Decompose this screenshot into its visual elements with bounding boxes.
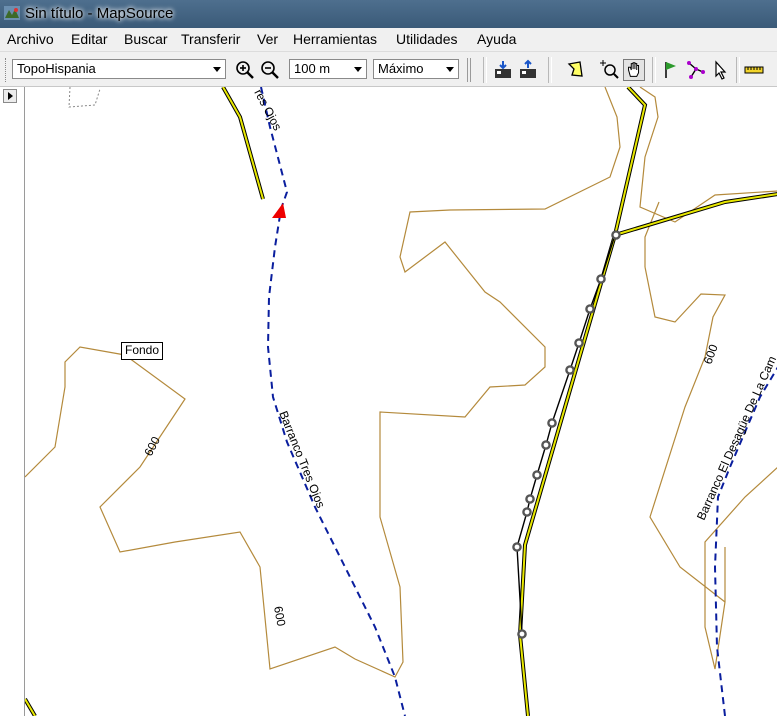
road-outline (517, 87, 648, 716)
menu-editar[interactable]: Editar (71, 31, 108, 47)
menu-ver[interactable]: Ver (257, 31, 278, 47)
red-flag-marker[interactable] (272, 203, 286, 218)
track-point[interactable] (525, 494, 535, 504)
toolbar: TopoHispania 100 m Máximo (0, 52, 777, 87)
track-point[interactable] (596, 274, 606, 284)
chevron-down-icon (213, 67, 221, 72)
chevron-down-icon (354, 67, 362, 72)
map-product-select[interactable]: TopoHispania (12, 59, 226, 79)
send-to-device-icon[interactable] (517, 59, 539, 81)
toolbar-separator (652, 57, 656, 83)
mapsource-app-icon[interactable] (4, 6, 20, 20)
track-points (512, 230, 621, 639)
toolbar-grip[interactable] (467, 58, 474, 82)
track-point[interactable] (565, 365, 575, 375)
map-select-tool-icon[interactable] (565, 59, 587, 81)
title-bar: Sin título - MapSource (0, 0, 777, 28)
expand-sidebar-button[interactable] (3, 89, 17, 103)
toolbar-separator (736, 57, 740, 83)
toolbar-separator (483, 57, 487, 83)
contour-line (644, 266, 726, 603)
road-outline (614, 192, 777, 237)
window-title: Sin título - MapSource (25, 5, 174, 22)
toolbar-separator (548, 57, 552, 83)
distance-ruler-icon[interactable] (743, 59, 765, 81)
stream-label-partial: res Ojos (251, 87, 284, 133)
contour-line (25, 87, 621, 678)
map-canvas[interactable]: res Ojos Barranco Tres Ojos Barranco El … (25, 87, 777, 716)
contour-line (639, 87, 777, 223)
detail-level-value: Máximo (378, 61, 424, 76)
menu-bar: Archivo Editar Buscar Transferir Ver Her… (0, 28, 777, 52)
map-product-value: TopoHispania (17, 61, 96, 76)
track-point[interactable] (611, 230, 621, 240)
track-line (516, 234, 616, 635)
zoom-in-icon[interactable] (234, 59, 256, 81)
road (25, 698, 36, 716)
chevron-down-icon (446, 67, 454, 72)
track-point[interactable] (532, 470, 542, 480)
menu-utilidades[interactable]: Utilidades (396, 31, 457, 47)
contour-elevation-label: 600 (701, 342, 721, 366)
track-point[interactable] (512, 542, 522, 552)
track-point[interactable] (585, 304, 595, 314)
receive-from-device-icon[interactable] (492, 59, 514, 81)
waypoint-label-fondo[interactable]: Fondo (121, 342, 164, 360)
track-point[interactable] (522, 507, 532, 517)
chevron-right-icon (8, 92, 13, 100)
hand-icon (628, 62, 640, 77)
map-view[interactable]: res Ojos Barranco Tres Ojos Barranco El … (24, 87, 777, 716)
stream-label-barranco-el-desague: Barranco El Desagüe De La Cam (694, 354, 777, 522)
detail-level-select[interactable]: Máximo (373, 59, 459, 79)
menu-ayuda[interactable]: Ayuda (477, 31, 516, 47)
menu-herramientas[interactable]: Herramientas (293, 31, 377, 47)
contour-elevation-label: 600 (271, 605, 288, 627)
pointer-select-icon[interactable] (710, 59, 732, 81)
track-point[interactable] (517, 629, 527, 639)
hand-tool-button[interactable] (623, 59, 645, 81)
menu-transferir[interactable]: Transferir (181, 31, 240, 47)
menu-buscar[interactable]: Buscar (124, 31, 168, 47)
zoom-tool-icon[interactable] (598, 59, 620, 81)
boundary-line (68, 87, 101, 108)
track-point[interactable] (541, 440, 551, 450)
zoom-scale-select[interactable]: 100 m (289, 59, 367, 79)
route-tool-icon[interactable] (685, 59, 707, 81)
menu-archivo[interactable]: Archivo (7, 31, 54, 47)
stream-label-barranco-tres-ojos: Barranco Tres Ojos (276, 409, 328, 510)
waypoint-flag-icon[interactable] (660, 59, 682, 81)
track-point[interactable] (547, 418, 557, 428)
zoom-out-icon[interactable] (259, 59, 281, 81)
track-point[interactable] (574, 338, 584, 348)
toolbar-grip[interactable] (5, 58, 9, 82)
zoom-scale-value: 100 m (294, 61, 331, 76)
